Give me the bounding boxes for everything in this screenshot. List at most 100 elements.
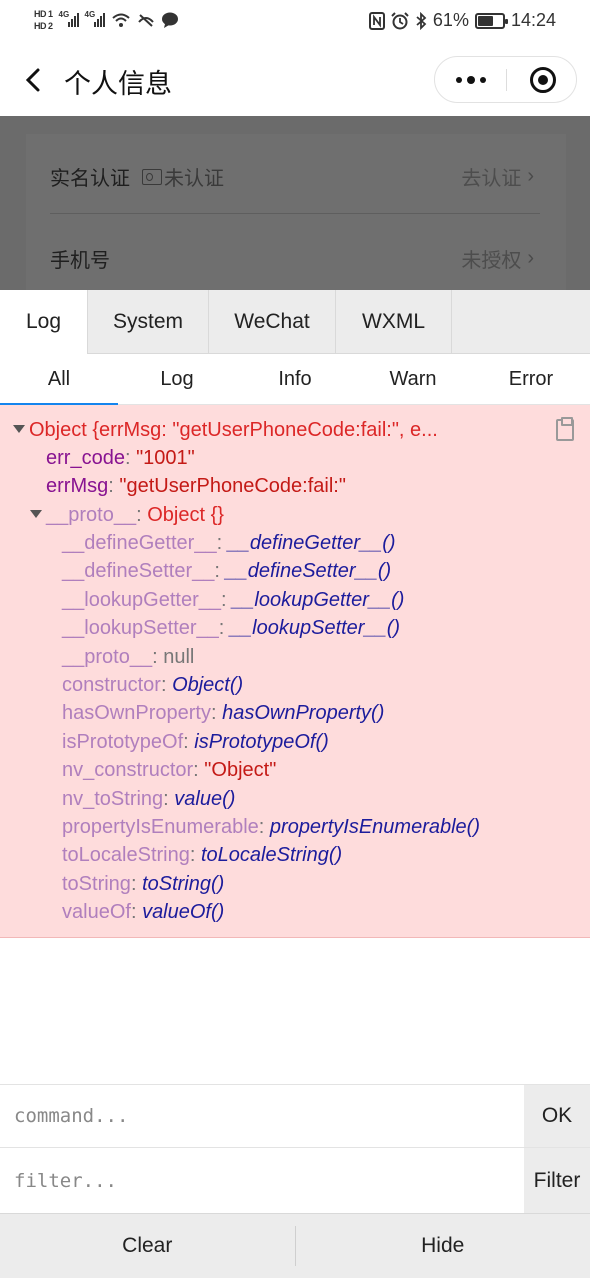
expand-caret-icon[interactable] bbox=[30, 509, 42, 518]
back-arrow-icon[interactable] bbox=[20, 64, 50, 96]
wifi-icon bbox=[111, 13, 130, 27]
prop-key: __defineGetter__ bbox=[62, 532, 217, 554]
prop-value: "1001" bbox=[136, 447, 195, 469]
prop-key: nv_constructor bbox=[62, 759, 194, 782]
hd-indicator: HD 1 HD 2 bbox=[34, 8, 53, 32]
filter-input[interactable] bbox=[0, 1148, 524, 1213]
status-bar: HD 1 HD 2 4G 4G 61% 14:24 bbox=[0, 0, 590, 44]
clock: 14:24 bbox=[510, 10, 556, 30]
close-miniprogram-icon[interactable] bbox=[530, 67, 556, 93]
proto-entry: __defineSetter__: __defineSetter__() bbox=[62, 560, 392, 583]
prop-proto[interactable]: __proto__: Object {} bbox=[30, 501, 224, 529]
tab-wechat[interactable]: WeChat bbox=[209, 290, 336, 354]
object-summary[interactable]: Object {errMsg: "getUserPhoneCode:fail:"… bbox=[13, 416, 438, 444]
command-row: OK bbox=[0, 1084, 590, 1147]
prop-value: Object {} bbox=[147, 504, 224, 526]
status-left: HD 1 HD 2 4G 4G bbox=[34, 8, 179, 32]
row-phone[interactable]: 手机号 未授权 › bbox=[50, 216, 540, 290]
prop-key: __proto__ bbox=[62, 645, 153, 668]
subtab-log[interactable]: Log bbox=[118, 355, 236, 404]
signal-icon: 4G bbox=[85, 10, 105, 27]
nav-bar: 个人信息 bbox=[0, 44, 590, 116]
vconsole-footer: Clear Hide bbox=[0, 1213, 590, 1278]
row-real-name[interactable]: 实名认证 未认证 去认证 › bbox=[50, 134, 540, 214]
battery-level bbox=[477, 15, 493, 26]
hide-button[interactable]: Hide bbox=[296, 1214, 590, 1278]
proto-entry: toString: toString() bbox=[62, 872, 225, 895]
tab-wxml[interactable]: WXML bbox=[336, 290, 452, 354]
proto-entry: __proto__: null bbox=[62, 645, 195, 668]
expand-caret-icon[interactable] bbox=[13, 424, 25, 433]
prop-value: isPrototypeOf() bbox=[194, 730, 329, 753]
prop-value: Object() bbox=[172, 674, 244, 696]
prop-key: constructor bbox=[62, 674, 161, 696]
prop-key: valueOf bbox=[62, 901, 131, 924]
prop-key: isPrototypeOf bbox=[62, 730, 184, 753]
prop-value: "getUserPhoneCode:fail:" bbox=[119, 475, 346, 497]
tab-system[interactable]: System bbox=[88, 290, 209, 354]
filter-button[interactable]: Filter bbox=[524, 1148, 590, 1213]
prop-key: __lookupSetter__ bbox=[62, 617, 219, 640]
status-right: 61% 14:24 bbox=[368, 10, 556, 31]
bluetooth-icon bbox=[416, 11, 427, 30]
prop-value: __lookupGetter__() bbox=[232, 588, 405, 611]
row-action-text: 未授权 bbox=[461, 250, 522, 272]
row-action-text: 去认证 bbox=[461, 168, 522, 190]
prop-key: toLocaleString bbox=[62, 844, 190, 867]
ok-button[interactable]: OK bbox=[524, 1085, 590, 1147]
proto-entry: __lookupSetter__: __lookupSetter__() bbox=[62, 617, 401, 640]
prop-key: propertyIsEnumerable bbox=[62, 816, 259, 838]
proto-entry: toLocaleString: toLocaleString() bbox=[62, 844, 343, 867]
copy-icon[interactable] bbox=[556, 417, 574, 441]
prop-value: propertyIsEnumerable() bbox=[269, 816, 480, 838]
clear-button[interactable]: Clear bbox=[0, 1214, 295, 1278]
chevron-right-icon: › bbox=[527, 165, 534, 187]
tab-log[interactable]: Log bbox=[0, 290, 88, 354]
row-action[interactable]: 未授权 › bbox=[461, 244, 534, 273]
proto-entry: nv_toString: value() bbox=[62, 787, 236, 810]
prop-err-code: err_code: "1001" bbox=[46, 447, 195, 469]
verify-status-text: 未认证 bbox=[164, 168, 224, 190]
subtab-error[interactable]: Error bbox=[472, 355, 590, 404]
prop-key: __defineSetter__ bbox=[62, 560, 215, 583]
subtab-info[interactable]: Info bbox=[236, 355, 354, 404]
proto-entry: isPrototypeOf: isPrototypeOf() bbox=[62, 730, 329, 753]
subtab-warn[interactable]: Warn bbox=[354, 355, 472, 404]
chevron-right-icon: › bbox=[527, 247, 534, 269]
prop-value: null bbox=[163, 645, 195, 668]
filter-row: Filter bbox=[0, 1147, 590, 1213]
command-input[interactable] bbox=[0, 1085, 524, 1147]
prop-value: hasOwnProperty() bbox=[222, 702, 385, 725]
proto-entry: __defineGetter__: __defineGetter__() bbox=[62, 532, 396, 554]
page-title: 个人信息 bbox=[64, 69, 172, 99]
battery-icon bbox=[474, 12, 508, 29]
muted-icon bbox=[137, 14, 154, 27]
proto-entry: constructor: Object() bbox=[62, 674, 244, 696]
prop-value: "Object" bbox=[204, 759, 277, 782]
prop-value: __lookupSetter__() bbox=[229, 617, 401, 640]
nfc-icon bbox=[368, 11, 385, 30]
prop-value: __defineSetter__() bbox=[225, 560, 392, 583]
capsule-divider bbox=[506, 69, 507, 91]
log-level-tabs: All Log Info Warn Error bbox=[0, 355, 590, 405]
prop-value: toLocaleString() bbox=[201, 844, 343, 867]
prop-key: errMsg bbox=[46, 475, 109, 497]
object-summary-text: Object {errMsg: "getUserPhoneCode:fail:"… bbox=[29, 419, 438, 441]
id-card-icon bbox=[142, 168, 162, 185]
mini-program-capsule bbox=[434, 56, 577, 103]
alarm-icon bbox=[391, 11, 409, 29]
prop-key: __proto__ bbox=[46, 504, 137, 526]
page-content-dimmed: 实名认证 未认证 去认证 › 手机号 未授权 › bbox=[0, 116, 590, 290]
log-entry-error: Object {errMsg: "getUserPhoneCode:fail:"… bbox=[0, 405, 590, 938]
prop-value: valueOf() bbox=[142, 901, 225, 924]
proto-entry: valueOf: valueOf() bbox=[62, 901, 225, 924]
vconsole-tabs: Log System WeChat WXML bbox=[0, 290, 590, 354]
info-card: 实名认证 未认证 去认证 › 手机号 未授权 › bbox=[26, 134, 566, 290]
prop-value: toString() bbox=[142, 872, 225, 895]
subtab-all[interactable]: All bbox=[0, 355, 118, 405]
row-action[interactable]: 去认证 › bbox=[461, 162, 534, 191]
proto-entry: __lookupGetter__: __lookupGetter__() bbox=[62, 588, 405, 611]
more-icon[interactable] bbox=[435, 57, 506, 102]
prop-errmsg: errMsg: "getUserPhoneCode:fail:" bbox=[46, 475, 346, 497]
prop-value: __defineGetter__() bbox=[227, 532, 396, 554]
